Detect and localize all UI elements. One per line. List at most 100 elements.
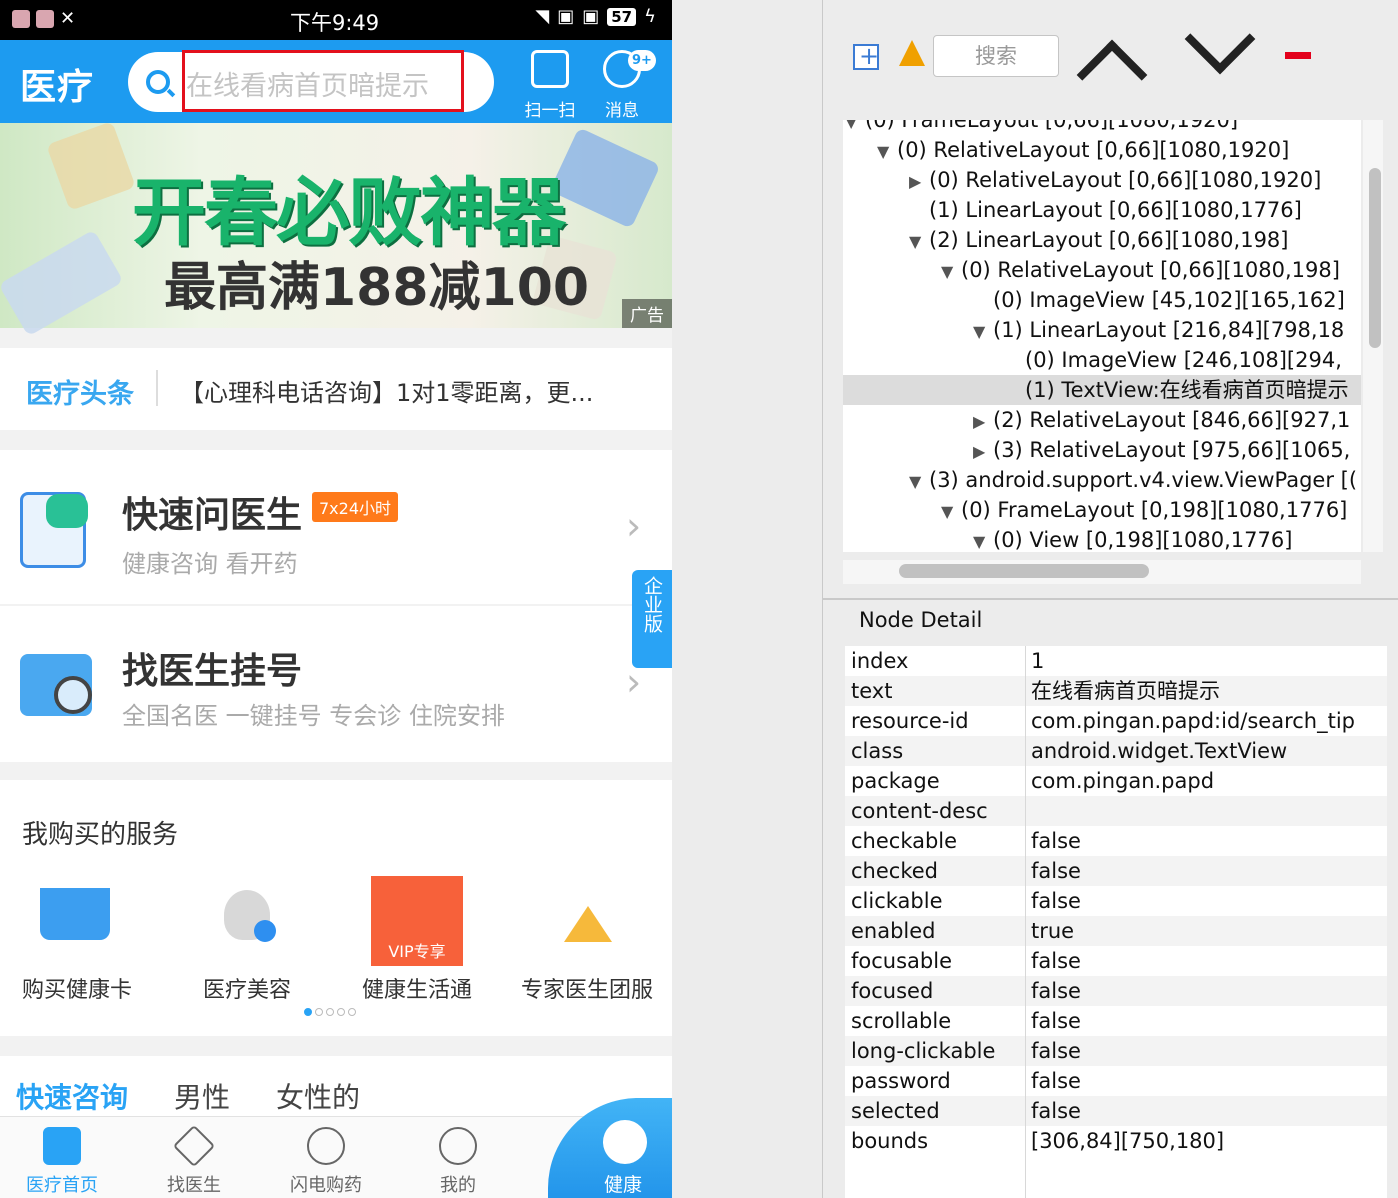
- detail-key: checkable: [851, 829, 958, 853]
- consult-tabs: 快速咨询 男性 女性的: [0, 1056, 672, 1116]
- tree-node[interactable]: ▼ (1) LinearLayout [216,84][798,18: [843, 315, 1361, 345]
- collapse-triangle-icon[interactable]: ▼: [941, 497, 961, 527]
- hierarchy-tree[interactable]: ▼ (0) FrameLayout [0,66][1080,1920] ▼ (0) R…: [843, 120, 1361, 552]
- detail-row[interactable]: index 1: [845, 646, 1387, 676]
- collapse-triangle-icon[interactable]: ▼: [973, 317, 993, 347]
- tree-node[interactable]: ▼ (3) android.support.v4.view.ViewPager […: [843, 465, 1361, 495]
- user-icon: [439, 1127, 477, 1165]
- detail-value: false: [1031, 829, 1081, 853]
- tab-quick-consult[interactable]: 快速咨询: [16, 1076, 128, 1116]
- find-doctor-card[interactable]: 找医生挂号 全国名医 一键挂号 专会诊 住院安排 ›: [0, 606, 672, 762]
- service-label: 专家医生团服: [520, 978, 653, 1003]
- detail-key: package: [851, 769, 940, 793]
- detail-value: com.pingan.papd: [1031, 769, 1215, 793]
- horizontal-scroll-thumb[interactable]: [899, 564, 1149, 578]
- tree-node[interactable]: (1) TextView:在线看病首页暗提示: [843, 375, 1361, 405]
- tree-node[interactable]: ▼ (2) LinearLayout [0,66][1080,198]: [843, 225, 1361, 255]
- scan-label: 扫一扫: [524, 101, 576, 121]
- detail-value: com.pingan.papd:id/search_tip: [1031, 709, 1356, 733]
- services-heading: 我购买的服务: [22, 820, 179, 850]
- detail-row[interactable]: class android.widget.TextView: [845, 736, 1387, 766]
- enterprise-tab[interactable]: 企业版: [632, 570, 672, 668]
- search-bar[interactable]: 在线看病首页暗提示: [128, 50, 494, 112]
- tree-node[interactable]: ▶ (2) RelativeLayout [846,66][927,1: [843, 405, 1361, 435]
- chevron-down-icon[interactable]: [1184, 3, 1256, 75]
- tree-node[interactable]: ▼ (0) View [0,198][1080,1776]: [843, 525, 1361, 552]
- detail-key: long-clickable: [851, 1039, 996, 1063]
- tree-node[interactable]: (0) ImageView [45,102][165,162]: [843, 285, 1361, 315]
- detail-value: android.widget.TextView: [1031, 739, 1288, 763]
- tab-mine[interactable]: 我的: [408, 1127, 508, 1197]
- vertical-scroll-thumb[interactable]: [1369, 168, 1381, 348]
- message-label: 消息: [605, 101, 639, 121]
- tree-node[interactable]: ▶ (0) RelativeLayout [0,66][1080,1920]: [843, 165, 1361, 195]
- detail-row[interactable]: enabled true: [845, 916, 1387, 946]
- tree-node[interactable]: (1) LinearLayout [0,66][1080,1776]: [843, 195, 1361, 225]
- warning-icon[interactable]: [899, 40, 925, 66]
- banner-subtitle: 最高满188减100: [164, 258, 590, 318]
- status-bar: ✕ 下午9:49 ◥ ▣ ▣ 57 ϟ: [0, 0, 672, 40]
- tree-node[interactable]: ▶ (3) RelativeLayout [975,66][1065,: [843, 435, 1361, 465]
- empty-gap: [672, 0, 822, 1198]
- news-text: 【心理科电话咨询】1对1零距离，更...: [180, 379, 594, 407]
- detail-row[interactable]: focused false: [845, 976, 1387, 1006]
- expand-all-icon[interactable]: [853, 42, 879, 70]
- detail-row[interactable]: scrollable false: [845, 1006, 1387, 1036]
- detail-key: checked: [851, 859, 938, 883]
- collapse-triangle-icon[interactable]: ▼: [909, 467, 929, 497]
- detail-value: false: [1031, 1009, 1081, 1033]
- inspector-panel: 搜索 ▼(0) FrameLayout [0,66][1080,1920]▼(0…: [822, 0, 1398, 1198]
- detail-row[interactable]: selected false: [845, 1096, 1387, 1126]
- tab-male[interactable]: 男性: [174, 1076, 230, 1116]
- tree-node[interactable]: ▼ (0) RelativeLayout [0,66][1080,1920]: [843, 135, 1361, 165]
- minus-icon[interactable]: [1285, 52, 1311, 59]
- tree-node-label: (0) ImageView [246,108][294,: [1025, 348, 1342, 372]
- charging-icon: ϟ: [644, 6, 656, 27]
- panel-divider[interactable]: [823, 598, 1398, 600]
- detail-key: text: [851, 679, 893, 703]
- expand-triangle-icon[interactable]: ▶: [909, 167, 929, 197]
- expand-triangle-icon[interactable]: ▶: [973, 437, 993, 467]
- detail-value: 1: [1031, 649, 1045, 673]
- detail-row[interactable]: checked false: [845, 856, 1387, 886]
- quick-doctor-title: 快速问医生: [122, 495, 303, 536]
- tree-node[interactable]: ▼ (0) FrameLayout [0,66][1080,1920]: [843, 120, 1361, 135]
- detail-row[interactable]: long-clickable false: [845, 1036, 1387, 1066]
- quick-doctor-card[interactable]: 快速问医生 7x24小时 健康咨询 看开药 ›: [0, 450, 672, 604]
- tab-find-doctor[interactable]: 找医生: [144, 1124, 244, 1197]
- detail-row[interactable]: text 在线看病首页暗提示: [845, 676, 1387, 706]
- tree-node[interactable]: (0) ImageView [246,108][294,: [843, 345, 1361, 375]
- collapse-triangle-icon[interactable]: ▼: [941, 257, 961, 287]
- detail-row[interactable]: package com.pingan.papd: [845, 766, 1387, 796]
- tree-node-label: (3) android.support.v4.view.ViewPager [(: [929, 468, 1358, 492]
- tab-female[interactable]: 女性的: [276, 1076, 360, 1116]
- product-image: [0, 229, 124, 337]
- detail-row[interactable]: checkable false: [845, 826, 1387, 856]
- notification-icon: [36, 10, 54, 28]
- collapse-triangle-icon[interactable]: ▼: [877, 137, 897, 167]
- collapse-triangle-icon[interactable]: ▼: [909, 227, 929, 257]
- detail-row[interactable]: focusable false: [845, 946, 1387, 976]
- chevron-up-icon[interactable]: [1076, 39, 1148, 111]
- expand-triangle-icon[interactable]: ▶: [973, 407, 993, 437]
- tab-lightning-drug[interactable]: 闪电购药: [276, 1127, 376, 1197]
- promo-banner[interactable]: 开春必败神器 最高满188减100 广告: [0, 121, 672, 337]
- smile-icon: [603, 1120, 647, 1164]
- detail-key: index: [851, 649, 909, 673]
- tree-node-label: (0) RelativeLayout [0,66][1080,1920]: [929, 168, 1322, 192]
- pager-dots: [304, 1008, 356, 1016]
- search-button[interactable]: 搜索: [933, 35, 1059, 77]
- detail-row[interactable]: content-desc: [845, 796, 1387, 826]
- search-tip[interactable]: 在线看病首页暗提示: [186, 64, 429, 103]
- tree-node[interactable]: ▼ (0) FrameLayout [0,198][1080,1776]: [843, 495, 1361, 525]
- collapse-triangle-icon[interactable]: ▼: [973, 527, 993, 552]
- vip-label: VIP专享: [388, 942, 446, 961]
- news-ticker[interactable]: 医疗头条 【心理科电话咨询】1对1零距离，更...: [0, 348, 672, 430]
- detail-row[interactable]: bounds [306,84][750,180]: [845, 1126, 1387, 1156]
- detail-row[interactable]: password false: [845, 1066, 1387, 1096]
- detail-row[interactable]: clickable false: [845, 886, 1387, 916]
- detail-row[interactable]: resource-id com.pingan.papd:id/search_tip: [845, 706, 1387, 736]
- tab-medical-home[interactable]: 医疗首页: [12, 1127, 112, 1197]
- scan-button[interactable]: 扫一扫: [520, 50, 580, 121]
- tree-node[interactable]: ▼ (0) RelativeLayout [0,66][1080,198]: [843, 255, 1361, 285]
